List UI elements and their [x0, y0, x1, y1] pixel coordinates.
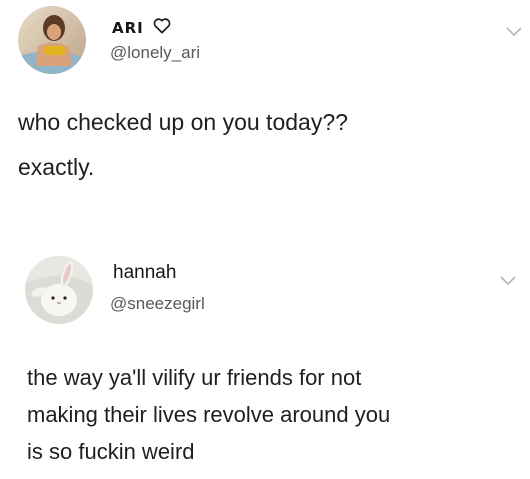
tweet: ARI @lonely_ari who checked up on you to…	[0, 0, 530, 235]
tweet-text-line: the way ya'll vilify ur friends for not	[27, 365, 362, 390]
tweet: hannah @sneezegirl the way ya'll vilify …	[0, 235, 530, 479]
display-name[interactable]: ARI	[112, 19, 144, 37]
display-name[interactable]: hannah	[113, 262, 176, 284]
avatar-photo-icon	[18, 6, 86, 74]
avatar[interactable]	[25, 256, 93, 324]
chevron-down-icon[interactable]	[500, 273, 516, 286]
user-handle[interactable]: @sneezegirl	[110, 294, 205, 314]
tweet-text-line: who checked up on you today??	[18, 109, 348, 135]
tweet-text-line: exactly.	[18, 154, 95, 180]
chevron-down-icon[interactable]	[506, 24, 522, 37]
avatar-photo-icon	[25, 256, 93, 324]
avatar[interactable]	[18, 6, 86, 74]
user-handle[interactable]: @lonely_ari	[110, 43, 200, 63]
heart-outline-icon	[153, 17, 171, 39]
tweet-text-line: making their lives revolve around you	[27, 402, 391, 427]
tweet-text-line: is so fuckin weird	[27, 439, 195, 464]
